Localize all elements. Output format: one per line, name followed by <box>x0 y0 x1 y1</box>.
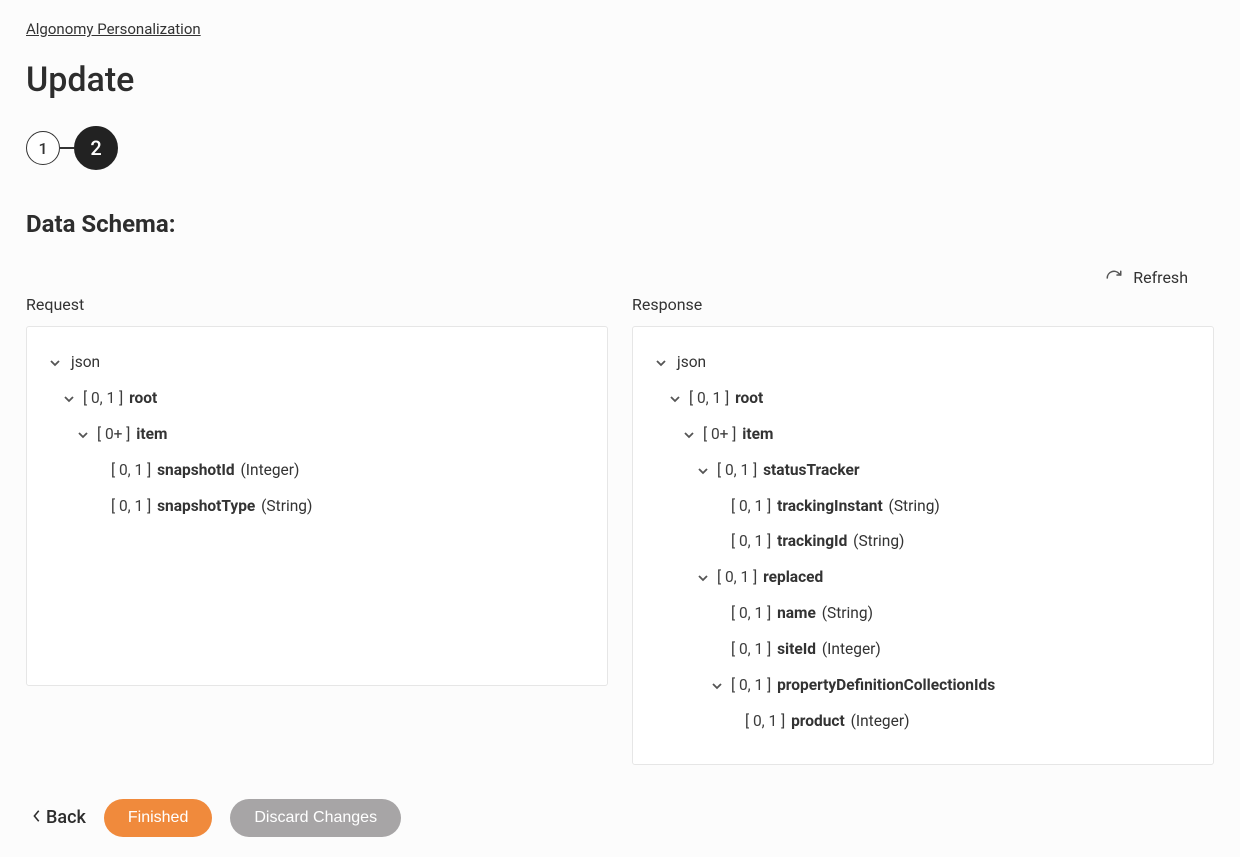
response-tree-node-text: [ 0, 1 ] statusTracker <box>717 457 860 485</box>
step-2[interactable]: 2 <box>74 126 118 170</box>
request-tree-node-text: [ 0, 1 ] snapshotId (Integer) <box>111 457 299 485</box>
request-tree-node: [ 0, 1 ] snapshotId (Integer) <box>47 453 587 489</box>
breadcrumb[interactable]: Algonomy Personalization <box>26 20 201 38</box>
response-tree-node: [ 0, 1 ] siteId (Integer) <box>653 632 1193 668</box>
back-button[interactable]: Back <box>32 807 86 828</box>
response-tree-node[interactable]: json <box>653 345 1193 381</box>
response-tree-node[interactable]: [ 0, 1 ] root <box>653 381 1193 417</box>
response-tree-node: [ 0, 1 ] product (Integer) <box>653 704 1193 740</box>
response-tree-node: [ 0, 1 ] trackingId (String) <box>653 524 1193 560</box>
response-tree-node: [ 0, 1 ] name (String) <box>653 596 1193 632</box>
chevron-down-icon[interactable] <box>653 357 669 369</box>
response-tree-node-text: [ 0, 1 ] siteId (Integer) <box>731 636 881 664</box>
chevron-left-icon <box>32 807 42 828</box>
response-tree-node-text: [ 0, 1 ] product (Integer) <box>745 708 910 736</box>
back-label: Back <box>46 807 86 828</box>
step-connector <box>60 147 74 149</box>
response-panel: json [ 0, 1 ] root [ 0+ ] item [ 0, 1 ] sta… <box>632 326 1214 765</box>
response-tree-node[interactable]: [ 0, 1 ] replaced <box>653 560 1193 596</box>
chevron-down-icon[interactable] <box>695 465 711 477</box>
request-panel: json [ 0, 1 ] root [ 0+ ] item [ 0, 1 ] sna… <box>26 326 608 686</box>
response-tree-node-text: [ 0, 1 ] name (String) <box>731 600 873 628</box>
response-tree-node[interactable]: [ 0+ ] item <box>653 417 1193 453</box>
request-label: Request <box>26 295 608 314</box>
chevron-down-icon[interactable] <box>47 357 63 369</box>
response-label: Response <box>632 295 1214 314</box>
chevron-down-icon[interactable] <box>75 429 91 441</box>
request-tree-node: [ 0, 1 ] snapshotType (String) <box>47 489 587 525</box>
request-tree-node-text: [ 0+ ] item <box>97 421 167 449</box>
chevron-down-icon[interactable] <box>695 572 711 584</box>
page-title: Update <box>26 60 1214 100</box>
response-tree-node-text: [ 0, 1 ] replaced <box>717 564 823 592</box>
chevron-down-icon[interactable] <box>709 680 725 692</box>
request-tree-node[interactable]: json <box>47 345 587 381</box>
discard-button[interactable]: Discard Changes <box>230 799 401 837</box>
stepper: 12 <box>26 126 1214 170</box>
response-tree-node[interactable]: [ 0, 1 ] propertyDefinitionCollectionIds <box>653 668 1193 704</box>
chevron-down-icon[interactable] <box>667 393 683 405</box>
request-tree-node-text: [ 0, 1 ] snapshotType (String) <box>111 493 312 521</box>
request-tree-node[interactable]: [ 0+ ] item <box>47 417 587 453</box>
response-tree-node-text: [ 0, 1 ] trackingInstant (String) <box>731 493 940 521</box>
request-tree-node[interactable]: [ 0, 1 ] root <box>47 381 587 417</box>
section-title: Data Schema: <box>26 210 1214 238</box>
response-tree-node-text: json <box>675 349 706 377</box>
response-tree-node-text: [ 0, 1 ] propertyDefinitionCollectionIds <box>731 672 995 700</box>
request-tree-node-text: json <box>69 349 100 377</box>
step-1[interactable]: 1 <box>26 131 60 165</box>
response-tree-node[interactable]: [ 0, 1 ] statusTracker <box>653 453 1193 489</box>
response-tree-node: [ 0, 1 ] trackingInstant (String) <box>653 489 1193 525</box>
response-tree-node-text: [ 0+ ] item <box>703 421 773 449</box>
response-tree-node-text: [ 0, 1 ] root <box>689 385 763 413</box>
finished-button[interactable]: Finished <box>104 799 212 837</box>
chevron-down-icon[interactable] <box>681 429 697 441</box>
request-tree-node-text: [ 0, 1 ] root <box>83 385 157 413</box>
chevron-down-icon[interactable] <box>61 393 77 405</box>
response-tree-node-text: [ 0, 1 ] trackingId (String) <box>731 528 904 556</box>
